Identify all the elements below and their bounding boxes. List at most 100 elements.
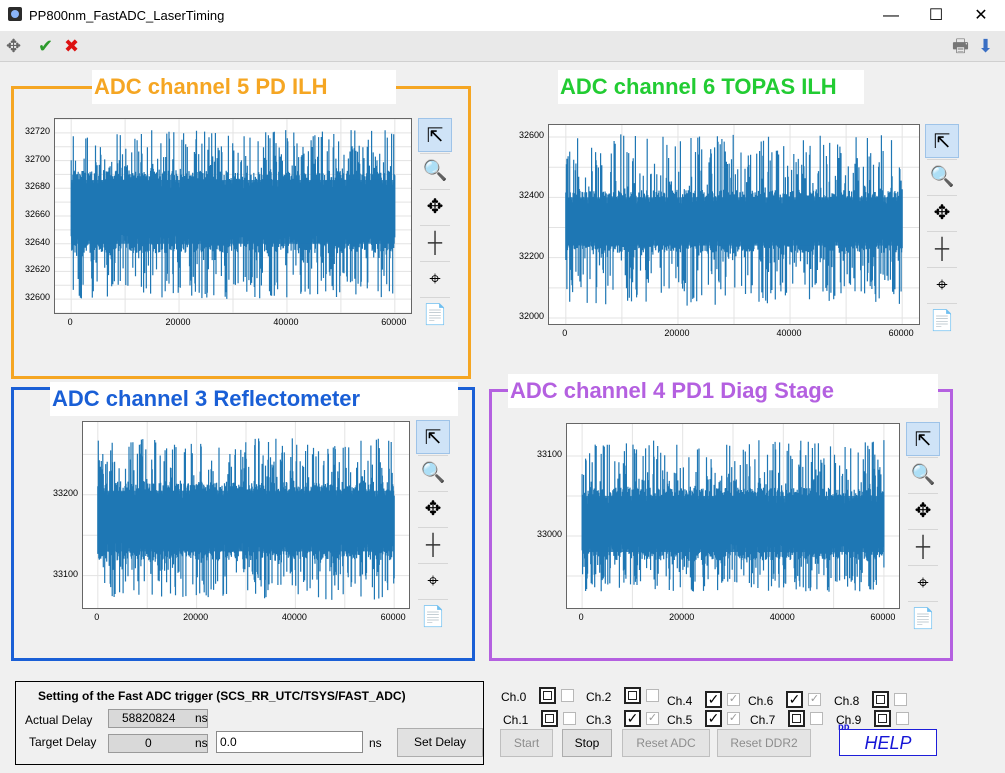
y-tick-label: 32400 [518, 190, 544, 201]
plot-channel-4[interactable] [566, 423, 900, 609]
zoom-tool-icon[interactable]: 🔍 [906, 458, 940, 492]
print-icon[interactable]: 🖶 [952, 31, 969, 61]
maximize-button[interactable]: ☐ [913, 0, 959, 31]
stop-button[interactable]: Stop [562, 729, 612, 757]
y-tick-label: 32640 [24, 236, 50, 247]
title-bar: PP800nm_FastADC_LaserTiming — ☐ ✕ [0, 0, 1005, 31]
tool-separator [908, 529, 938, 530]
crosshair-tool-icon[interactable]: ┼ [416, 528, 450, 562]
export-tool-icon[interactable]: 📄 [418, 298, 452, 332]
channel-label: Ch.2 [586, 690, 612, 704]
tool-separator [418, 455, 448, 456]
x-tick-label: 60000 [888, 328, 914, 338]
channel-checkbox[interactable]: ✓ [705, 710, 722, 727]
channel-label: Ch.5 [667, 713, 693, 727]
start-button[interactable]: Start [500, 729, 553, 757]
channel-checkbox[interactable] [624, 687, 641, 704]
x-tick-label: 20000 [664, 328, 690, 338]
help-button[interactable]: HELP [839, 729, 937, 756]
channel-label: Ch.8 [834, 694, 860, 708]
zoom-tool-icon[interactable]: 🔍 [418, 154, 452, 188]
y-tick-label: 32200 [518, 250, 544, 261]
y-tick-label: 32660 [24, 209, 50, 219]
plot-channel-3[interactable] [82, 421, 410, 609]
plot-title-channel-6: ADC channel 6 TOPAS ILH [558, 70, 864, 104]
actual-delay-value: 58820824 ns [108, 709, 208, 728]
x-tick-label: 60000 [380, 612, 406, 622]
y-tick-label: 32600 [24, 292, 50, 303]
pan-tool-icon[interactable]: ✥ [416, 492, 450, 526]
channel-checkbox[interactable] [872, 691, 889, 708]
tool-separator [418, 491, 448, 492]
plot-channel-6[interactable] [548, 124, 920, 325]
channel-checkbox[interactable]: ✓ [705, 691, 722, 708]
save-icon[interactable]: ⬇ [978, 31, 993, 61]
channel-state-indicator [561, 689, 574, 702]
crosshair-tool-icon[interactable]: ┼ [906, 530, 940, 564]
close-button[interactable]: ✕ [958, 0, 1004, 31]
crosshair-tool-icon[interactable]: ┼ [925, 232, 959, 266]
pointer-tool-icon[interactable]: ⇱ [925, 124, 959, 158]
tool-separator [908, 601, 938, 602]
channel-state-indicator [646, 689, 659, 702]
set-delay-button[interactable]: Set Delay [397, 728, 483, 757]
x-tick-label: 20000 [165, 317, 191, 327]
channel-state-indicator [896, 712, 909, 725]
channel-checkbox[interactable] [874, 710, 891, 727]
target-delay-unit: ns [195, 736, 208, 750]
trigger-settings-panel: Setting of the Fast ADC trigger (SCS_RR_… [15, 681, 484, 765]
pointer-tool-icon[interactable]: ⇱ [416, 420, 450, 454]
channel-state-indicator: ✓ [808, 693, 821, 706]
channel-checkbox[interactable] [788, 710, 805, 727]
x-tick-label: 40000 [273, 317, 299, 327]
pan-tool-icon[interactable]: ✥ [925, 196, 959, 230]
target-tool-icon[interactable]: ⌖ [416, 564, 450, 598]
pan-tool-icon[interactable]: ✥ [906, 494, 940, 528]
signal-band [71, 179, 395, 244]
target-tool-icon[interactable]: ⌖ [925, 268, 959, 302]
pan-tool-icon[interactable]: ✥ [418, 190, 452, 224]
channel-label: Ch.4 [667, 694, 693, 708]
channel-checkbox[interactable] [539, 687, 556, 704]
channel-checkbox[interactable] [541, 710, 558, 727]
tool-separator [908, 493, 938, 494]
actual-delay-number: 58820824 [122, 711, 176, 725]
export-tool-icon[interactable]: 📄 [416, 600, 450, 634]
pointer-tool-icon[interactable]: ⇱ [418, 118, 452, 152]
reset-ddr2-button[interactable]: Reset DDR2 [717, 729, 811, 757]
tool-separator [418, 599, 448, 600]
y-tick-label: 33100 [536, 449, 562, 459]
delay-input[interactable]: 0.0 [216, 731, 363, 753]
reset-adc-button[interactable]: Reset ADC [622, 729, 710, 757]
channel-state-indicator: ✓ [727, 712, 740, 725]
target-tool-icon[interactable]: ⌖ [418, 262, 452, 296]
target-tool-icon[interactable]: ⌖ [906, 566, 940, 600]
pointer-tool-icon[interactable]: ⇱ [906, 422, 940, 456]
tool-separator [420, 189, 450, 190]
x-tick-label: 40000 [776, 328, 802, 338]
channel-label: Ch.1 [503, 713, 529, 727]
zoom-tool-icon[interactable]: 🔍 [925, 160, 959, 194]
x-tick-label: 0 [94, 612, 100, 622]
cancel-icon[interactable]: ✖ [64, 31, 79, 61]
tool-separator [908, 565, 938, 566]
channel-label: Ch.6 [748, 694, 774, 708]
tool-separator [927, 303, 957, 304]
zoom-tool-icon[interactable]: 🔍 [416, 456, 450, 490]
channel-state-indicator [894, 693, 907, 706]
export-tool-icon[interactable]: 📄 [925, 304, 959, 338]
plot-channel-5[interactable] [54, 118, 412, 314]
move-icon[interactable]: ✥ [6, 31, 21, 61]
channel-state-indicator: ✓ [727, 693, 740, 706]
channel-checkbox[interactable]: ✓ [786, 691, 803, 708]
apply-icon[interactable]: ✔ [38, 31, 53, 61]
tool-separator [420, 153, 450, 154]
minimize-button[interactable]: — [868, 0, 914, 31]
y-tick-label: 32000 [518, 310, 544, 321]
channel-state-indicator [810, 712, 823, 725]
actual-delay-unit: ns [195, 711, 208, 725]
export-tool-icon[interactable]: 📄 [906, 602, 940, 636]
crosshair-tool-icon[interactable]: ┼ [418, 226, 452, 260]
channel-checkbox[interactable]: ✓ [624, 710, 641, 727]
tool-separator [927, 231, 957, 232]
